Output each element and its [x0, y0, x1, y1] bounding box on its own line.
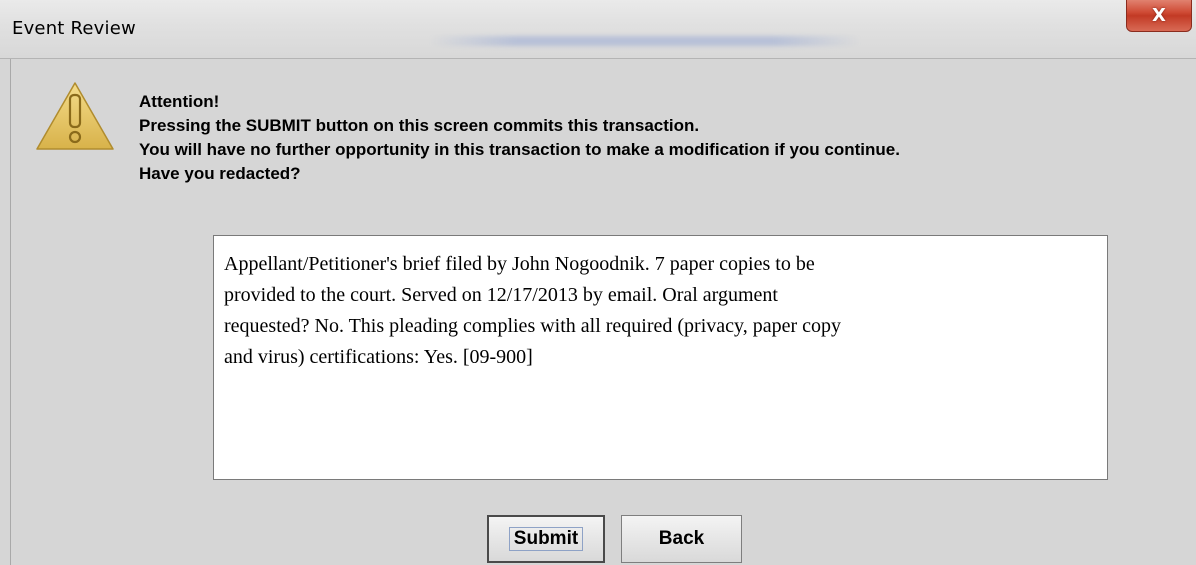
docket-text-area[interactable]: Appellant/Petitioner's brief filed by Jo…	[213, 235, 1108, 480]
warning-icon	[36, 82, 114, 150]
message-line: You will have no further opportunity in …	[139, 140, 900, 159]
docket-text-line: requested? No. This pleading complies wi…	[224, 315, 842, 337]
message-line: Pressing the SUBMIT button on this scree…	[139, 116, 700, 135]
submit-button-label: Submit	[508, 527, 584, 551]
back-button-label: Back	[658, 528, 705, 549]
window-title: Event Review	[12, 18, 136, 39]
title-bar-glow	[430, 36, 860, 46]
docket-text-line: and virus) certifications: Yes. [09-900]	[224, 346, 533, 368]
docket-text-line: provided to the court. Served on 12/17/2…	[224, 284, 778, 306]
dialog-content: Attention! Pressing the SUBMIT button on…	[10, 59, 1196, 565]
docket-text-line: Appellant/Petitioner's brief filed by Jo…	[224, 253, 815, 275]
event-review-dialog: Event Review X Attention! Pressing the S…	[0, 0, 1196, 565]
attention-message: Attention! Pressing the SUBMIT button on…	[139, 90, 900, 186]
title-bar[interactable]: Event Review X	[0, 0, 1196, 59]
back-button[interactable]: Back	[621, 515, 742, 563]
close-icon: X	[1152, 5, 1166, 26]
message-line: Attention!	[139, 92, 220, 111]
close-button[interactable]: X	[1126, 0, 1192, 32]
submit-button[interactable]: Submit	[487, 515, 605, 563]
message-line: Have you redacted?	[139, 164, 301, 183]
